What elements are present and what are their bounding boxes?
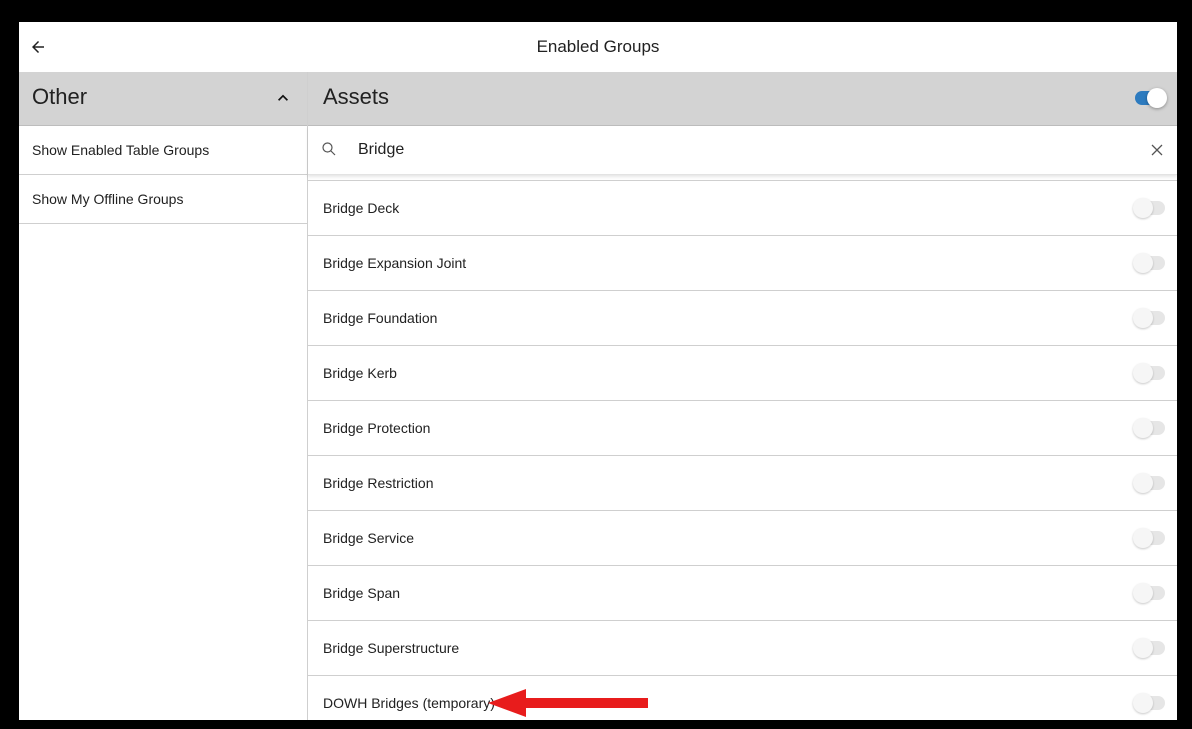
assets-toggle[interactable] (1135, 88, 1167, 108)
bridge-service-toggle[interactable] (1133, 528, 1165, 548)
red-arrow-icon (488, 689, 648, 717)
bridge-superstructure-toggle[interactable] (1133, 638, 1165, 658)
page-title: Enabled Groups (536, 37, 660, 56)
toggle-knob (1133, 308, 1153, 328)
list-item-bridge-foundation[interactable]: Bridge Foundation (308, 291, 1177, 346)
left-panel: Other Show Enabled Table Groups Show My … (19, 72, 308, 720)
toggle-knob (1133, 638, 1153, 658)
list-item-bridge-protection[interactable]: Bridge Protection (308, 401, 1177, 456)
bridge-deck-toggle[interactable] (1133, 198, 1165, 218)
toggle-knob (1133, 198, 1153, 218)
toggle-knob (1133, 418, 1153, 438)
show-enabled-table-groups[interactable]: Show Enabled Table Groups (19, 126, 307, 175)
chevron-up-icon[interactable] (273, 88, 293, 108)
search-input[interactable] (358, 135, 1118, 165)
group-list: Bridge Deck Bridge Expansion Joint Bridg… (308, 180, 1177, 720)
right-panel: Assets Bridge Deck Bridge Expansion Join… (308, 72, 1177, 720)
right-panel-title: Assets (323, 84, 390, 109)
list-item-label: Bridge Foundation (323, 310, 438, 326)
app-window: Enabled Groups Other Show Enabled Table … (19, 22, 1177, 720)
bridge-kerb-toggle[interactable] (1133, 363, 1165, 383)
right-panel-header: Assets (308, 72, 1177, 126)
show-my-offline-groups[interactable]: Show My Offline Groups (19, 175, 307, 224)
list-item-bridge-expansion-joint[interactable]: Bridge Expansion Joint (308, 236, 1177, 291)
list-item-dowh-bridges-temporary[interactable]: DOWH Bridges (temporary) (308, 676, 1177, 720)
toggle-knob (1133, 253, 1153, 273)
title-bar: Enabled Groups (19, 22, 1177, 73)
list-item-label: Bridge Span (323, 585, 401, 601)
list-item-bridge-span[interactable]: Bridge Span (308, 566, 1177, 621)
search-icon (322, 142, 336, 156)
list-item-bridge-superstructure[interactable]: Bridge Superstructure (308, 621, 1177, 676)
bridge-span-toggle[interactable] (1133, 583, 1165, 603)
list-item-bridge-service[interactable]: Bridge Service (308, 511, 1177, 566)
bridge-expansion-joint-toggle[interactable] (1133, 253, 1165, 273)
list-item-label: DOWH Bridges (temporary) (323, 695, 495, 711)
list-item-label: Bridge Deck (323, 200, 400, 216)
toggle-knob (1133, 528, 1153, 548)
list-item-label: Bridge Protection (323, 420, 431, 436)
list-item-label: Bridge Service (323, 530, 415, 546)
toggle-knob (1133, 693, 1153, 713)
toggle-knob (1133, 583, 1153, 603)
list-item-bridge-restriction[interactable]: Bridge Restriction (308, 456, 1177, 511)
search-bar (308, 126, 1177, 175)
toggle-knob (1133, 363, 1153, 383)
toggle-knob (1147, 88, 1167, 108)
left-panel-title: Other (32, 84, 88, 109)
toggle-knob (1133, 473, 1153, 493)
list-item-label: Bridge Kerb (323, 365, 397, 381)
list-item-bridge-kerb[interactable]: Bridge Kerb (308, 346, 1177, 401)
bridge-restriction-toggle[interactable] (1133, 473, 1165, 493)
list-item-label: Bridge Superstructure (323, 640, 460, 656)
dowh-bridges-temporary-toggle[interactable] (1133, 693, 1165, 713)
list-item-label: Bridge Restriction (323, 475, 434, 491)
list-item-label: Bridge Expansion Joint (323, 255, 467, 271)
bridge-protection-toggle[interactable] (1133, 418, 1165, 438)
list-item-bridge-deck[interactable]: Bridge Deck (308, 180, 1177, 236)
close-icon[interactable] (1147, 140, 1167, 160)
bridge-foundation-toggle[interactable] (1133, 308, 1165, 328)
left-panel-header[interactable]: Other (19, 72, 307, 126)
